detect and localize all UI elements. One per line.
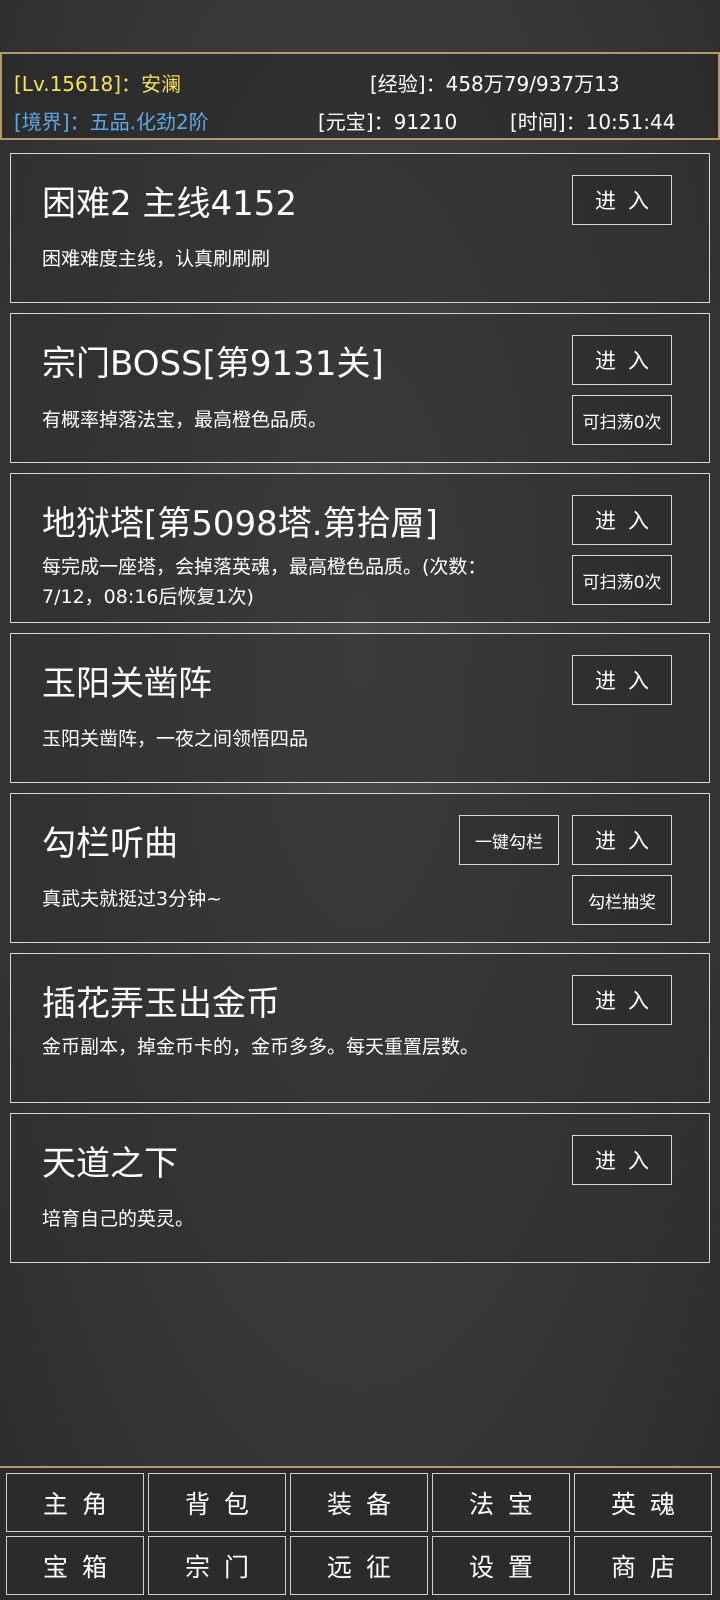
card-description: 每完成一座塔，会掉落英魂，最高橙色品质。(次数：7/12，08:16后恢复1次) <box>42 556 487 608</box>
player-level-name: [Lv.15618]：安澜 <box>14 72 182 96</box>
card-title: 宗门BOSS[第9131关] <box>42 344 384 384</box>
card-description: 培育自己的英灵。 <box>42 1208 195 1230</box>
nav-chest[interactable]: 宝箱 <box>6 1536 144 1595</box>
enter-button[interactable]: 进入 <box>572 335 672 385</box>
dungeon-card-goulan: 勾栏听曲 真武夫就挺过3分钟~ 一键勾栏 进入 勾栏抽奖 <box>10 793 710 943</box>
dungeon-card-sect-boss: 宗门BOSS[第9131关] 有概率掉落法宝，最高橙色品质。 进入 可扫荡0次 <box>10 313 710 463</box>
enter-button[interactable]: 进入 <box>572 815 672 865</box>
one-key-goulan-button[interactable]: 一键勾栏 <box>459 815 559 865</box>
card-description: 金币副本，掉金币卡的，金币多多。每天重置层数。 <box>42 1036 480 1058</box>
nav-hero-soul[interactable]: 英魂 <box>574 1473 712 1532</box>
dungeon-card-main-story: 困难2 主线4152 困难难度主线，认真刷刷刷 进入 <box>10 153 710 303</box>
realm-readout: [境界]：五品.化劲2阶 <box>14 110 209 134</box>
sweep-button[interactable]: 可扫荡0次 <box>572 395 672 445</box>
enter-button[interactable]: 进入 <box>572 1135 672 1185</box>
card-title: 困难2 主线4152 <box>42 184 297 224</box>
nav-treasure[interactable]: 法宝 <box>432 1473 570 1532</box>
enter-button[interactable]: 进入 <box>572 975 672 1025</box>
card-title: 插花弄玉出金币 <box>42 984 280 1024</box>
goulan-lottery-button[interactable]: 勾栏抽奖 <box>572 875 672 925</box>
bottom-navigation: 主角 背包 装备 法宝 英魂 宝箱 宗门 远征 设置 商店 <box>0 1466 720 1600</box>
dungeon-card-gold-coin: 插花弄玉出金币 金币副本，掉金币卡的，金币多多。每天重置层数。 进入 <box>10 953 710 1103</box>
card-description: 玉阳关凿阵，一夜之间领悟四品 <box>42 728 309 750</box>
experience-readout: [经验]：458万79/937万13 <box>370 72 620 96</box>
time-readout: [时间]：10:51:44 <box>510 110 676 134</box>
nav-settings[interactable]: 设置 <box>432 1536 570 1595</box>
card-description: 困难难度主线，认真刷刷刷 <box>42 248 271 270</box>
dungeon-card-yuyang-pass: 玉阳关凿阵 玉阳关凿阵，一夜之间领悟四品 进入 <box>10 633 710 783</box>
sweep-button[interactable]: 可扫荡0次 <box>572 555 672 605</box>
enter-button[interactable]: 进入 <box>572 655 672 705</box>
nav-expedition[interactable]: 远征 <box>290 1536 428 1595</box>
nav-equipment[interactable]: 装备 <box>290 1473 428 1532</box>
dungeon-card-heaven-way: 天道之下 培育自己的英灵。 进入 <box>10 1113 710 1263</box>
card-title: 玉阳关凿阵 <box>42 664 212 704</box>
nav-character[interactable]: 主角 <box>6 1473 144 1532</box>
enter-button[interactable]: 进入 <box>572 175 672 225</box>
card-title: 勾栏听曲 <box>42 824 178 864</box>
nav-backpack[interactable]: 背包 <box>148 1473 286 1532</box>
nav-shop[interactable]: 商店 <box>574 1536 712 1595</box>
card-title: 地狱塔[第5098塔.第拾層] <box>42 504 438 544</box>
nav-sect[interactable]: 宗门 <box>148 1536 286 1595</box>
enter-button[interactable]: 进入 <box>572 495 672 545</box>
dungeon-card-hell-tower: 地狱塔[第5098塔.第拾層] 每完成一座塔，会掉落英魂，最高橙色品质。(次数：… <box>10 473 710 623</box>
card-description: 真武夫就挺过3分钟~ <box>42 888 223 910</box>
card-title: 天道之下 <box>42 1144 178 1184</box>
player-status-bar: [Lv.15618]：安澜 [经验]：458万79/937万13 [境界]：五品… <box>0 52 720 140</box>
card-description: 有概率掉落法宝，最高橙色品质。 <box>42 409 328 431</box>
yuanbao-readout: [元宝]：91210 <box>318 110 458 134</box>
